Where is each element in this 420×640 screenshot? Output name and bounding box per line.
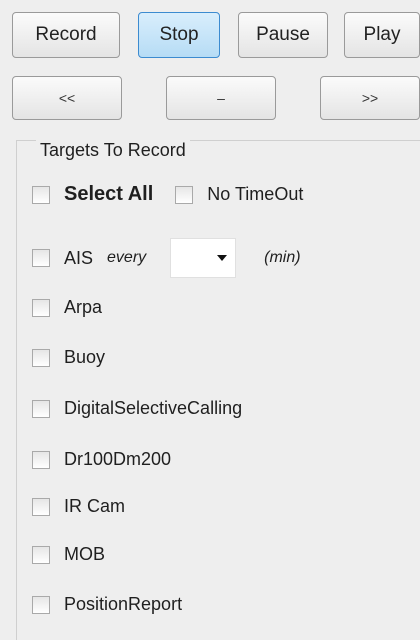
select-all-label[interactable]: Select All [64,183,153,206]
target-checkbox[interactable] [32,298,50,317]
target-checkbox[interactable] [32,595,50,614]
play-button[interactable]: Play [344,12,420,58]
record-button[interactable]: Record [12,12,120,58]
target-checkbox[interactable] [32,450,50,469]
targets-group-title: Targets To Record [36,140,190,161]
stop-button[interactable]: Stop [138,12,220,58]
target-label[interactable]: Arpa [64,297,102,318]
target-item-arpa[interactable]: Arpa [32,297,102,318]
target-item-dr100dm200[interactable]: Dr100Dm200 [32,449,171,470]
target-checkbox[interactable] [32,399,50,418]
ais-label[interactable]: AIS [64,248,93,269]
target-label[interactable]: MOB [64,544,105,565]
target-label[interactable]: Dr100Dm200 [64,449,171,470]
target-item-ir-cam[interactable]: IR Cam [32,496,125,517]
ais-every-label: every [107,249,147,266]
target-checkbox[interactable] [32,545,50,564]
middle-button[interactable]: – [166,76,276,120]
target-label[interactable]: DigitalSelectiveCalling [64,398,242,419]
chevron-down-icon [217,255,228,261]
next-button[interactable]: >> [320,76,420,120]
target-label[interactable]: IR Cam [64,496,125,517]
previous-button[interactable]: << [12,76,122,120]
pause-button[interactable]: Pause [238,12,328,58]
targets-group-box [16,140,420,640]
target-item-digital-selective-calling[interactable]: DigitalSelectiveCalling [32,398,242,419]
target-label[interactable]: Buoy [64,347,105,368]
no-timeout-checkbox[interactable] [175,185,194,204]
target-checkbox[interactable] [32,497,50,516]
ais-interval-dropdown[interactable] [170,238,237,278]
target-item-buoy[interactable]: Buoy [32,347,105,368]
select-all-checkbox[interactable] [32,185,50,204]
select-all-row: Select All No TimeOut [32,183,303,206]
target-label[interactable]: PositionReport [64,594,182,615]
ais-row: AIS every (min) [32,238,301,278]
ais-unit-label: (min) [264,249,301,266]
ais-checkbox[interactable] [32,249,50,267]
target-item-mob[interactable]: MOB [32,544,105,565]
no-timeout-label[interactable]: No TimeOut [207,184,303,205]
target-item-position-report[interactable]: PositionReport [32,594,182,615]
target-checkbox[interactable] [32,348,50,367]
